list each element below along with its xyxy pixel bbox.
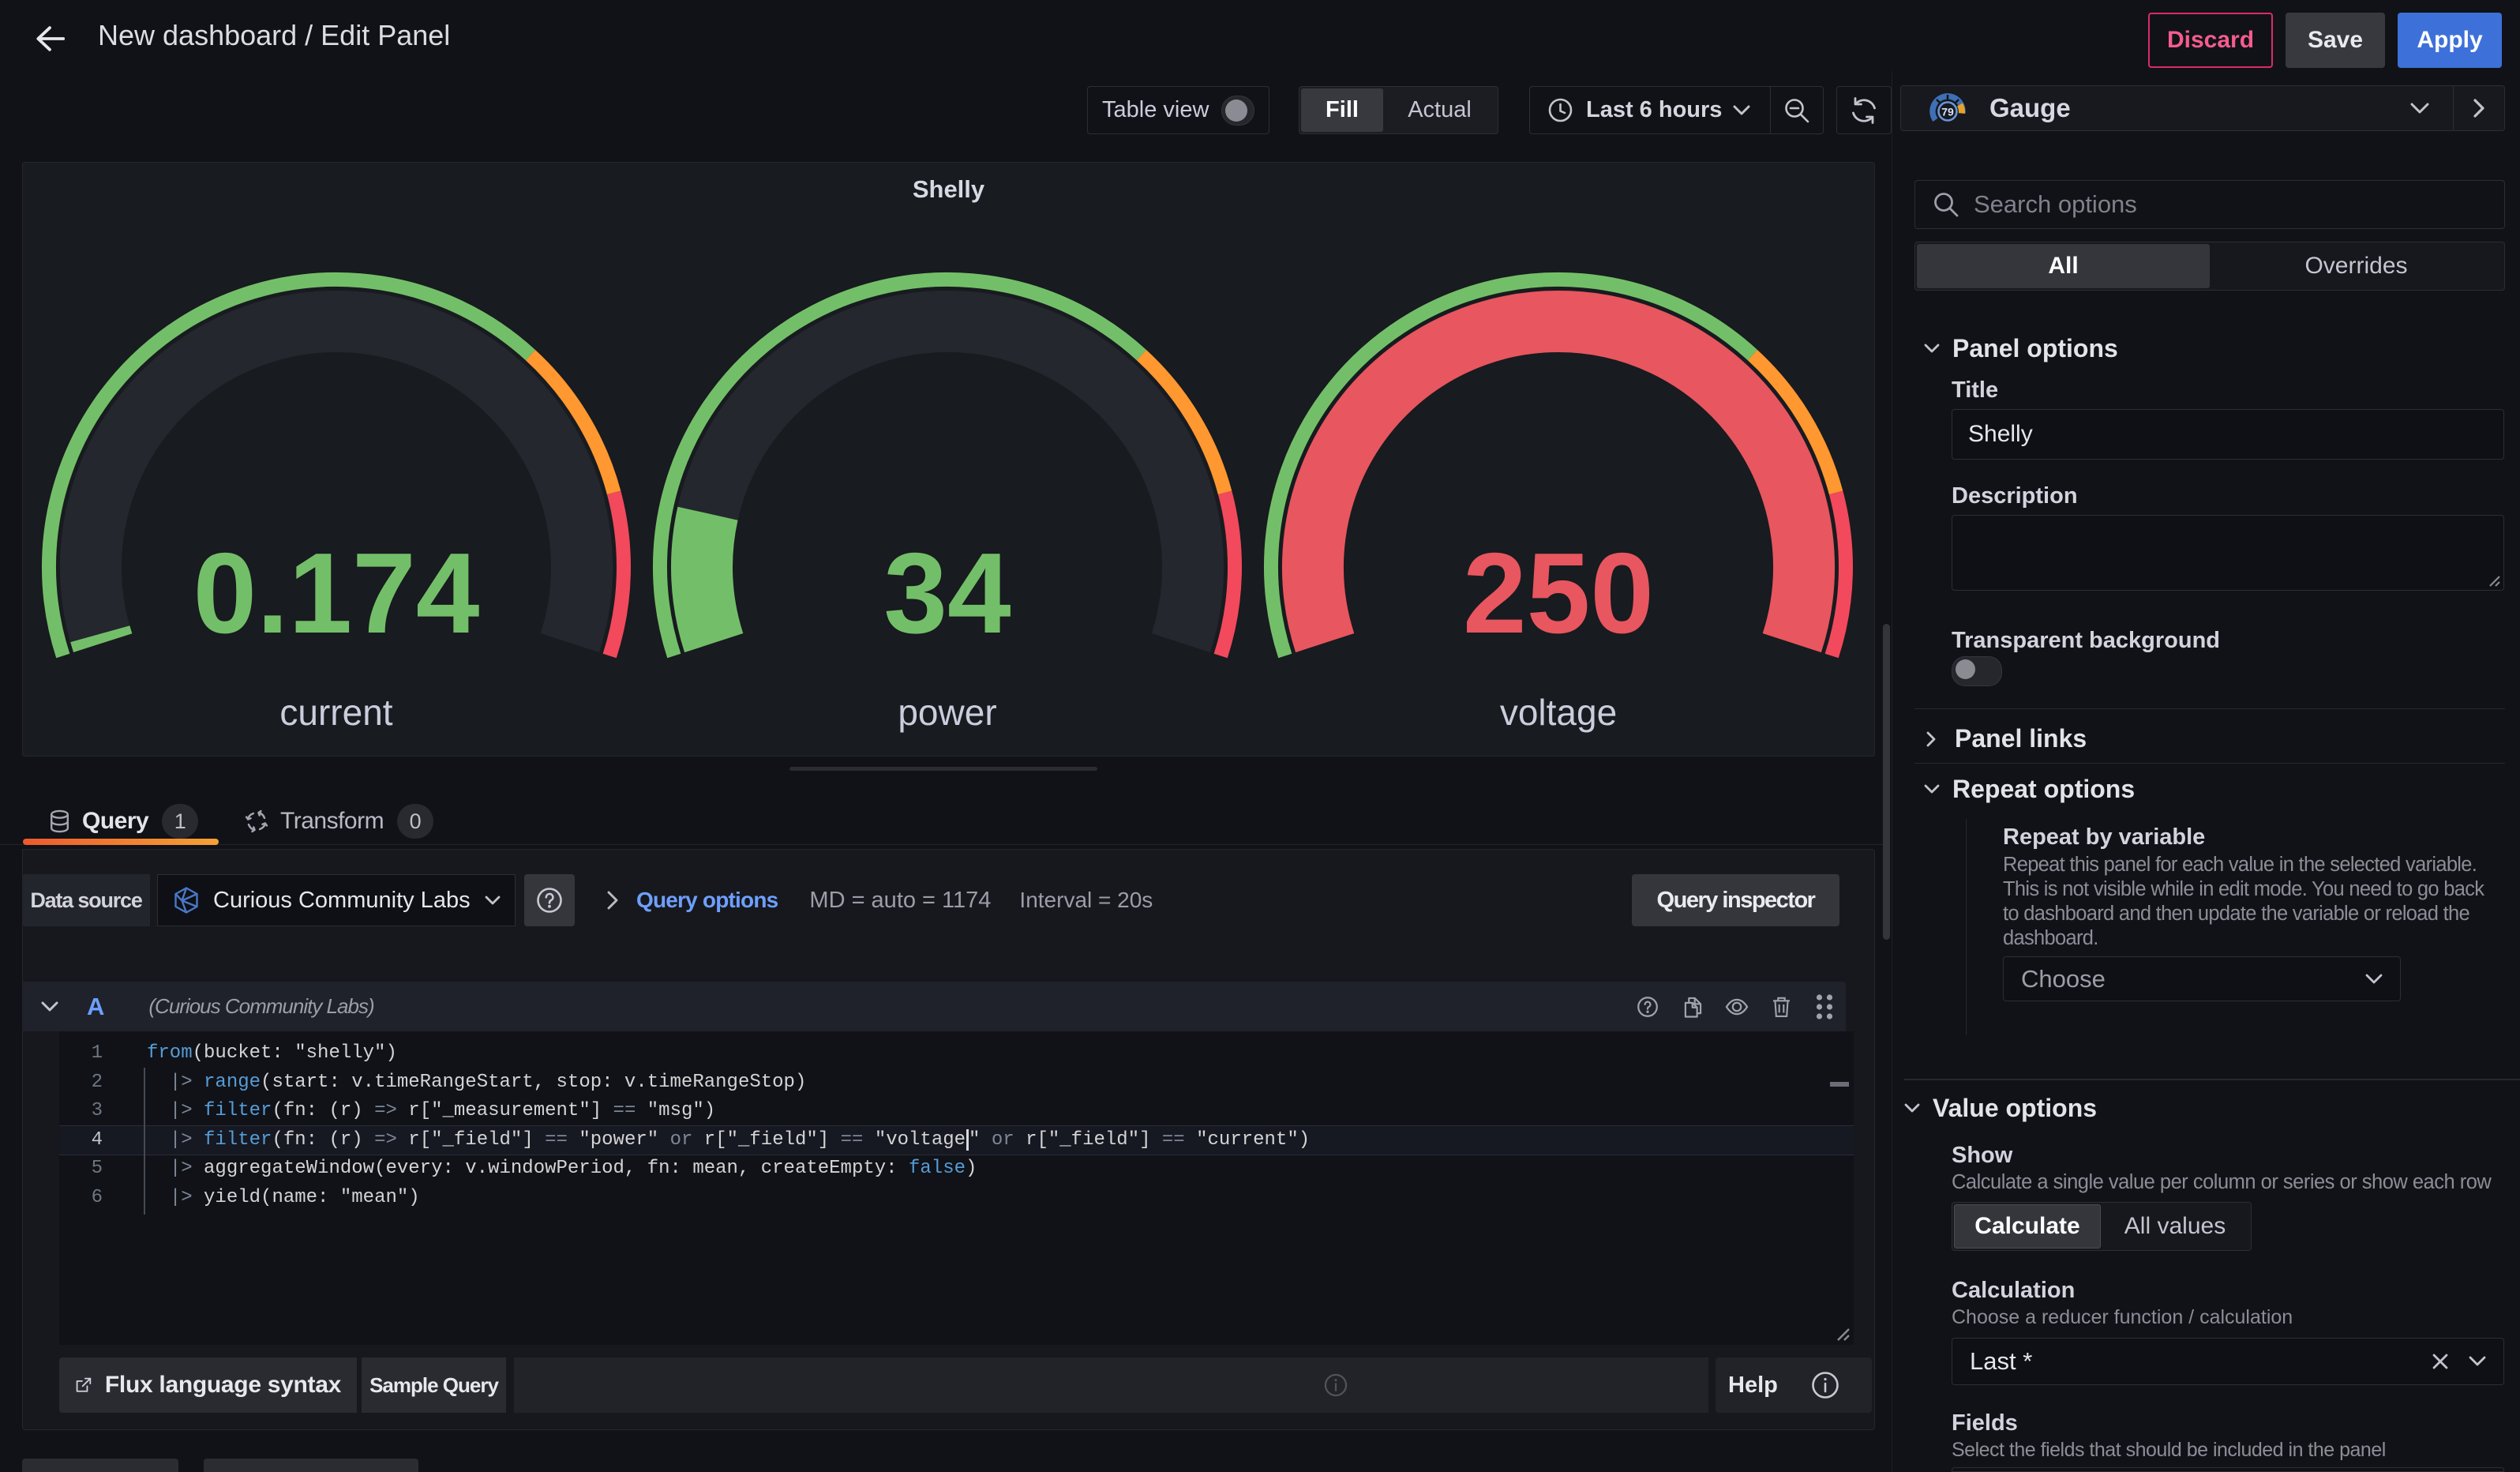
svg-text:34: 34: [883, 529, 1011, 657]
svg-text:voltage: voltage: [1500, 692, 1617, 733]
svg-text:250: 250: [1463, 529, 1654, 657]
svg-text:current: current: [279, 692, 392, 733]
svg-text:power: power: [898, 692, 996, 733]
svg-text:79: 79: [1941, 106, 1954, 118]
svg-text:0.174: 0.174: [193, 529, 480, 657]
